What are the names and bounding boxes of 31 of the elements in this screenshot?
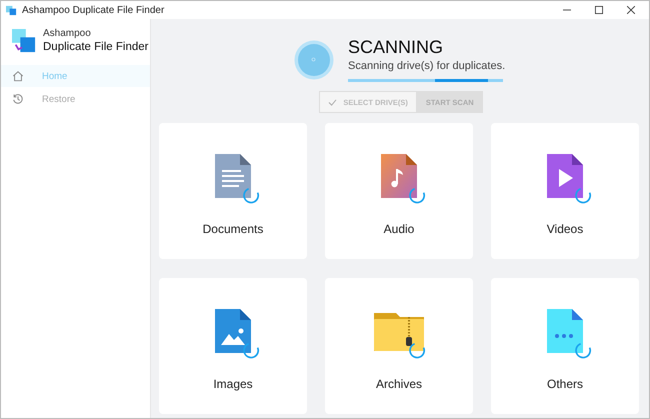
logo-icon [12, 28, 36, 52]
category-label: Documents [202, 222, 264, 236]
zip-folder-icon [374, 311, 424, 351]
close-icon[interactable] [627, 6, 635, 14]
product-name: Duplicate File Finder [43, 41, 148, 53]
history-icon [12, 93, 24, 105]
category-label: Audio [384, 222, 414, 236]
category-card[interactable]: Documents [159, 123, 307, 259]
category-label: Archives [376, 377, 422, 391]
category-label: Others [546, 377, 583, 391]
category-card[interactable]: Images [159, 278, 307, 414]
scanning-indicator-icon [294, 40, 334, 80]
checkmark-icon [328, 98, 338, 106]
status-subtitle: Scanning drive(s) for duplicates. [348, 60, 503, 72]
category-label: Images [213, 377, 253, 391]
brand-name: Ashampoo [43, 28, 92, 39]
category-card[interactable]: Videos [491, 123, 639, 259]
music-file-icon [381, 154, 417, 198]
document-file-icon [215, 154, 251, 198]
image-file-icon [215, 309, 251, 353]
window-title: Ashampoo Duplicate File Finder [22, 4, 164, 16]
home-icon [12, 70, 24, 82]
category-card[interactable]: Others [491, 278, 639, 414]
category-card[interactable]: Audio [325, 123, 473, 259]
file-icon [547, 309, 583, 353]
app-icon [6, 4, 17, 16]
maximize-icon[interactable] [595, 6, 603, 14]
video-file-icon [547, 154, 583, 198]
category-label: Videos [546, 222, 584, 236]
category-card[interactable]: Archives [325, 278, 473, 414]
status-title: SCANNING [348, 37, 444, 57]
